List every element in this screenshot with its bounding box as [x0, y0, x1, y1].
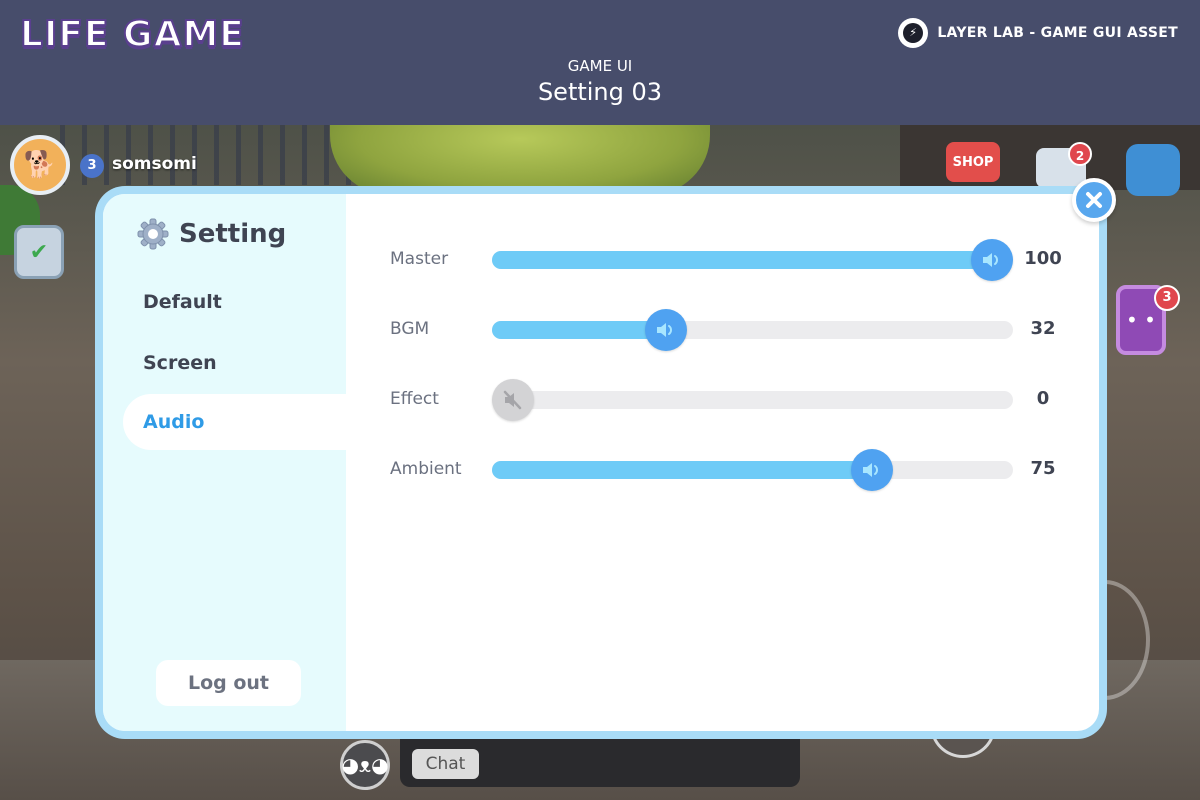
- brand-text: LAYER LAB - GAME GUI ASSET: [937, 25, 1178, 41]
- bgm-volume-row: BGM 32: [103, 305, 1099, 355]
- slider-knob[interactable]: [645, 309, 688, 351]
- slider-knob[interactable]: [492, 379, 534, 421]
- slider-label: BGM: [390, 319, 430, 339]
- top-header: LIFE GAME ⚡ LAYER LAB - GAME GUI ASSET G…: [0, 0, 1200, 125]
- brand-logo-icon: ⚡: [898, 18, 929, 48]
- slider-value: 75: [1030, 458, 1056, 479]
- quest-clipboard-button[interactable]: ✔: [14, 225, 64, 279]
- slider-label: Master: [390, 249, 449, 269]
- speaker-muted-icon: [503, 390, 522, 410]
- effect-volume-slider[interactable]: [492, 379, 1013, 421]
- slider-fill: [492, 251, 992, 269]
- slider-fill: [492, 461, 873, 479]
- master-volume-slider[interactable]: [492, 239, 1013, 281]
- clipboard-check-icon: ✔: [29, 239, 49, 265]
- shop-button[interactable]: SHOP: [946, 142, 1000, 182]
- brand-label: ⚡ LAYER LAB - GAME GUI ASSET: [898, 18, 1178, 48]
- ambient-volume-row: Ambient 75: [103, 445, 1099, 495]
- slider-knob[interactable]: [851, 449, 894, 491]
- settings-dialog-body: Setting Default Screen Audio Log out Mas…: [103, 194, 1099, 731]
- game-logo: LIFE GAME: [19, 13, 245, 56]
- slider-label: Ambient: [390, 459, 462, 479]
- phone-face-icon: • •: [1126, 308, 1156, 332]
- effect-volume-row: Effect 0: [103, 375, 1099, 425]
- player-avatar[interactable]: 🐕: [10, 135, 70, 195]
- bush: [330, 125, 710, 195]
- master-volume-row: Master 100: [103, 235, 1099, 285]
- player-name: somsomi: [112, 154, 197, 174]
- backpack-button[interactable]: [1126, 144, 1180, 196]
- speaker-icon: [657, 323, 673, 337]
- slider-fill: [492, 321, 667, 339]
- fence: [60, 125, 360, 185]
- slider-value: 100: [1024, 248, 1062, 269]
- mail-badge: 2: [1068, 142, 1092, 166]
- close-icon: [1086, 192, 1102, 208]
- slider-label: Effect: [390, 389, 439, 409]
- speaker-icon: [983, 253, 998, 267]
- chat-button[interactable]: Chat: [412, 749, 479, 779]
- cat-face-icon: ◕ᴥ◕: [341, 752, 389, 777]
- player-level-badge: 3: [80, 154, 104, 178]
- speaker-icon: [863, 463, 879, 477]
- slider-value: 32: [1030, 318, 1056, 339]
- phone-badge: 3: [1154, 285, 1180, 311]
- bgm-volume-slider[interactable]: [492, 309, 1013, 351]
- settings-dialog: Setting Default Screen Audio Log out Mas…: [95, 186, 1107, 739]
- slider-value: 0: [1036, 388, 1050, 409]
- page-title: Setting 03: [537, 78, 663, 106]
- close-button[interactable]: [1072, 178, 1116, 222]
- logout-button[interactable]: Log out: [156, 660, 301, 706]
- ambient-volume-slider[interactable]: [492, 449, 1013, 491]
- slider-knob[interactable]: [971, 239, 1013, 281]
- emote-button[interactable]: ◕ᴥ◕: [340, 740, 390, 790]
- header-subtitle: GAME UI: [567, 57, 633, 75]
